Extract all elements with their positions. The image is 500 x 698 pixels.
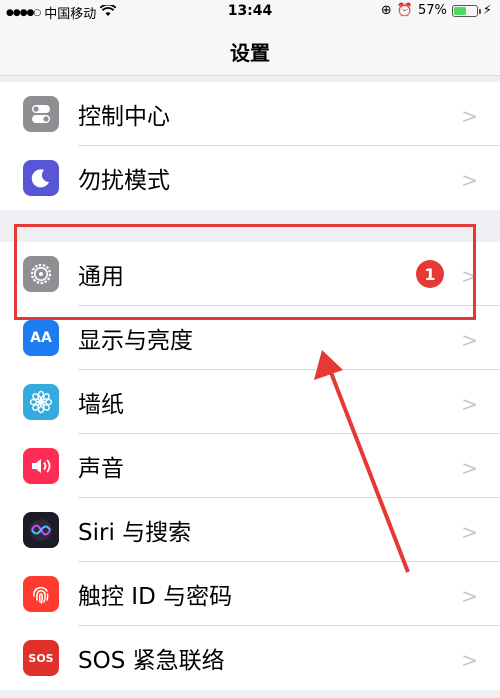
- chevron-right-icon: >: [461, 584, 478, 608]
- chevron-right-icon: >: [461, 392, 478, 416]
- row-label: 声音: [78, 456, 124, 482]
- battery-fill: [453, 6, 467, 15]
- settings-group-2: 通用 1 > AA 显示与亮度 > 墙纸 > 声音 > Siri 与搜索 > 触…: [0, 242, 500, 690]
- control-center-icon: [23, 96, 59, 132]
- row-label: 通用: [78, 264, 124, 290]
- fingerprint-icon: [23, 576, 59, 612]
- row-label: 勿扰模式: [78, 168, 170, 194]
- row-label: 触控 ID 与密码: [78, 584, 233, 610]
- row-label: SOS 紧急联络: [78, 648, 225, 674]
- speaker-icon: [23, 448, 59, 484]
- moon-icon: [23, 160, 59, 196]
- row-label: 墙纸: [78, 392, 124, 418]
- battery-percent: 57%: [417, 3, 447, 18]
- row-general[interactable]: 通用 1 >: [0, 242, 500, 306]
- notification-badge: 1: [416, 260, 444, 288]
- orientation-lock-icon: ⊕: [380, 3, 392, 18]
- wallpaper-flower-icon: [23, 384, 59, 420]
- row-sounds[interactable]: 声音 >: [0, 434, 500, 498]
- siri-icon: [23, 512, 59, 548]
- chevron-right-icon: >: [461, 648, 478, 672]
- gear-icon: [23, 256, 59, 292]
- row-do-not-disturb[interactable]: 勿扰模式 >: [0, 146, 500, 210]
- chevron-right-icon: >: [461, 328, 478, 352]
- chevron-right-icon: >: [461, 520, 478, 544]
- row-siri-search[interactable]: Siri 与搜索 >: [0, 498, 500, 562]
- alarm-icon: ⏰: [396, 3, 413, 18]
- chevron-right-icon: >: [461, 104, 478, 128]
- row-label: 显示与亮度: [78, 328, 193, 354]
- sos-icon: SOS: [23, 640, 59, 676]
- display-brightness-icon: AA: [23, 320, 59, 356]
- status-bar: ●●●●○ 中国移动 13:44 ⊕ ⏰ 57% ⚡: [0, 0, 500, 24]
- navigation-bar: 设置: [0, 24, 500, 76]
- page-title: 设置: [230, 41, 270, 65]
- chevron-right-icon: >: [461, 168, 478, 192]
- battery-icon: [451, 4, 481, 17]
- chevron-right-icon: >: [461, 264, 478, 288]
- charging-icon: ⚡: [482, 3, 492, 18]
- row-wallpaper[interactable]: 墙纸 >: [0, 370, 500, 434]
- row-label: 控制中心: [78, 104, 170, 130]
- row-display-brightness[interactable]: AA 显示与亮度 >: [0, 306, 500, 370]
- row-label: Siri 与搜索: [78, 520, 192, 546]
- row-control-center[interactable]: 控制中心 >: [0, 82, 500, 146]
- chevron-right-icon: >: [461, 456, 478, 480]
- row-emergency-sos[interactable]: SOS SOS 紧急联络 >: [0, 626, 500, 690]
- row-touch-id-passcode[interactable]: 触控 ID 与密码 >: [0, 562, 500, 626]
- settings-group-1: 控制中心 > 勿扰模式 >: [0, 82, 500, 210]
- status-right: ⊕ ⏰ 57% ⚡: [381, 3, 492, 18]
